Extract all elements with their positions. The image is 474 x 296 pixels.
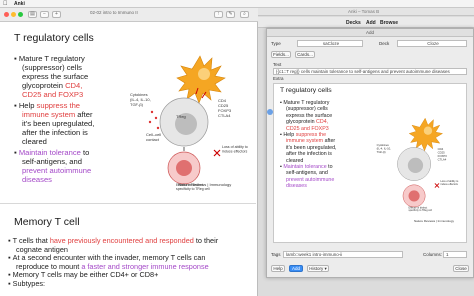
bullet-mature-treg: ▪ Mature T regulatory (suppressor) cells… xyxy=(14,54,89,99)
add-dialog-title: Add xyxy=(267,29,473,37)
slide-memory-t: Memory T cell ▪ T cells that have previo… xyxy=(0,208,256,296)
app-name-menu[interactable]: Anki xyxy=(14,0,25,8)
slide-title: T regulatory cells xyxy=(14,32,94,44)
type-label: Type xyxy=(271,41,281,46)
add-button[interactable]: Add xyxy=(289,265,303,272)
browse-tab[interactable]: Browse xyxy=(380,20,398,26)
nature-credit: Nature Reviews | Immunology xyxy=(178,182,232,187)
text-field-label: Text xyxy=(273,62,282,67)
decks-tab[interactable]: Decks xyxy=(346,20,361,26)
history-button[interactable]: History ▾ xyxy=(307,265,329,272)
markup-icon[interactable]: ✎ xyxy=(226,11,235,18)
close-window-icon[interactable] xyxy=(4,12,9,17)
card-diagram: Cytokines (IL-4, IL-10, TGF-β) CD4 CD25 FOXP… xyxy=(377,117,459,212)
help-button[interactable]: Help xyxy=(271,265,285,272)
zoom-in-icon[interactable]: + xyxy=(52,11,61,18)
bullet-tolerance: ▪ Maintain tolerance to self-antigens, a… xyxy=(14,148,92,184)
svg-text:Cytokines(IL-4, IL-10,TGF-β): Cytokines (IL-4, IL-10, TGF-β) xyxy=(377,143,392,154)
svg-text:TReg: TReg xyxy=(176,114,186,119)
anki-main-window: Anki – Tomas B Decks Add Browse Add Type… xyxy=(258,8,474,296)
tags-input[interactable]: lamb::week1 intro-immuno-ii xyxy=(283,251,403,258)
card-title: T regulatory cells xyxy=(280,87,332,94)
anki-toolbar: Decks Add Browse xyxy=(258,17,474,28)
svg-text:Cell–cellcontact: Cell–cell contact xyxy=(146,132,161,142)
svg-text:Effector of distinctspecificit: Effector of distinct specificity to TReg … xyxy=(409,206,433,212)
columns-selector[interactable]: 1 xyxy=(443,251,467,258)
tags-label: Tags xyxy=(271,252,281,257)
anki-titlebar: Anki – Tomas B xyxy=(258,8,474,16)
fields-button[interactable]: Fields... xyxy=(271,51,291,58)
bullet-suppress: ▪ Help suppress the immune system after … xyxy=(14,101,95,146)
pdf-toolbar: ▤ − + 02-02 intro to Immuno II ↑ ✎ ⌕ xyxy=(0,8,258,22)
note-type-selector[interactable]: saCloze xyxy=(297,40,363,47)
extra-field-content[interactable]: T regulatory cells ▪ Mature T regulatory… xyxy=(273,83,467,243)
zoom-window-icon[interactable] xyxy=(18,12,23,17)
svg-text:CD4CD25FOXP3CTLA4: CD4 CD25 FOXP3 CTLA4 xyxy=(438,147,448,161)
dendritic-cell-shape xyxy=(176,55,226,104)
card-bullets: ▪ Mature T regulatory (suppressor) cells… xyxy=(280,100,337,190)
slide2-title: Memory T cell xyxy=(14,216,80,228)
extra-field-label: Extra xyxy=(273,76,284,81)
cards-button[interactable]: Cards... xyxy=(295,51,315,58)
search-icon[interactable]: ⌕ xyxy=(240,11,249,18)
add-tab[interactable]: Add xyxy=(366,20,376,26)
share-icon[interactable]: ↑ xyxy=(214,11,223,18)
pdf-viewer-window: ▤ − + 02-02 intro to Immuno II ↑ ✎ ⌕ T r… xyxy=(0,8,258,296)
pdf-title: 02-02 intro to Immuno II xyxy=(90,10,138,15)
treg-diagram: Cytokines (IL-4, IL-10, TGF-β) Cell–cell co… xyxy=(130,55,248,191)
add-card-dialog: Add Type saCloze Deck Cloze Fields... Ca… xyxy=(266,28,474,278)
svg-text:Cytokines(IL-4, IL-10,TGF-β): Cytokines (IL-4, IL-10, TGF-β) xyxy=(130,92,151,107)
apple-icon[interactable]:  xyxy=(3,0,8,8)
svg-text:CD4CD25FOXP3CTLA4: CD4 CD25 FOXP3 CTLA4 xyxy=(218,98,232,118)
card-credit: Nature Reviews | Immunology xyxy=(414,219,454,223)
deck-label: Deck xyxy=(379,41,390,46)
slide-t-regulatory: T regulatory cells ▪ Mature T regulatory… xyxy=(0,24,256,204)
memory-bullets: ▪ T cells that have previously encounter… xyxy=(8,236,219,288)
zoom-out-icon[interactable]: − xyxy=(40,11,49,18)
minimize-window-icon[interactable] xyxy=(11,12,16,17)
menu-bar:  Anki xyxy=(0,0,474,8)
anki-window-title: Anki – Tomas B xyxy=(348,9,380,14)
close-button[interactable]: Close xyxy=(453,265,469,272)
deck-selector[interactable]: Cloze xyxy=(397,40,467,47)
columns-label: Columns: xyxy=(423,252,443,257)
sidebar-toggle-icon[interactable]: ▤ xyxy=(28,11,37,18)
svg-text:Loss of ability toinduce effec: Loss of ability to induce effectors xyxy=(440,180,458,186)
text-field-input[interactable]: {{c1::T reg}} cells maintain tolerance t… xyxy=(273,68,467,75)
svg-text:Loss of ability toinduce effec: Loss of ability to induce effectors xyxy=(222,145,248,154)
